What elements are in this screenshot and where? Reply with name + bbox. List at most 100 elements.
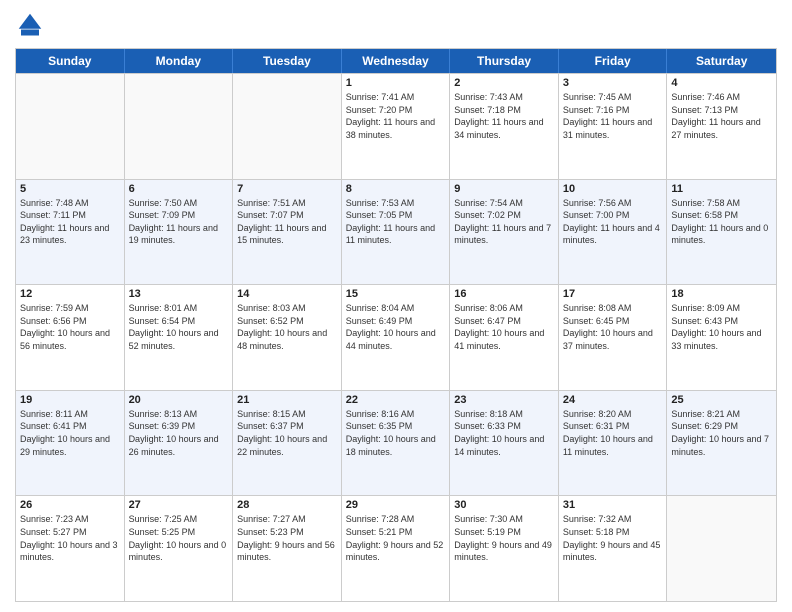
day-info: Sunrise: 8:15 AM Sunset: 6:37 PM Dayligh… [237, 408, 337, 458]
calendar-row: 26Sunrise: 7:23 AM Sunset: 5:27 PM Dayli… [16, 495, 776, 601]
day-cell-8: 8Sunrise: 7:53 AM Sunset: 7:05 PM Daylig… [342, 180, 451, 285]
day-cell-21: 21 Sunrise: 8:15 AM Sunset: 6:37 PM Dayli… [233, 391, 342, 496]
weekday-header-monday: Monday [125, 49, 234, 73]
day-cell-27: 27 Sunrise: 7:25 AM Sunset: 5:25 PM Dayli… [125, 496, 234, 601]
day-info: Sunrise: 8:16 AM Sunset: 6:35 PM Dayligh… [346, 408, 446, 458]
calendar-row: 5Sunrise: 7:48 AM Sunset: 7:11 PM Daylig… [16, 179, 776, 285]
day-info: Sunrise: 8:06 AM Sunset: 6:47 PM Dayligh… [454, 302, 554, 352]
day-number: 15 [346, 288, 446, 300]
day-info: Sunrise: 8:01 AM Sunset: 6:54 PM Dayligh… [129, 302, 229, 352]
day-info: Sunrise: 7:27 AM Sunset: 5:23 PM Dayligh… [237, 513, 337, 563]
day-number: 27 [129, 499, 229, 511]
day-info: Sunrise: 8:18 AM Sunset: 6:33 PM Dayligh… [454, 408, 554, 458]
day-cell-31: 31Sunrise: 7:32 AM Sunset: 5:18 PM Dayli… [559, 496, 668, 601]
day-number: 13 [129, 288, 229, 300]
day-info: Sunrise: 8:21 AM Sunset: 6:29 PM Dayligh… [671, 408, 772, 458]
weekday-header-thursday: Thursday [450, 49, 559, 73]
day-number: 31 [563, 499, 663, 511]
day-info: Sunrise: 8:03 AM Sunset: 6:52 PM Dayligh… [237, 302, 337, 352]
page: SundayMondayTuesdayWednesdayThursdayFrid… [0, 0, 792, 612]
weekday-header-sunday: Sunday [16, 49, 125, 73]
day-info: Sunrise: 8:11 AM Sunset: 6:41 PM Dayligh… [20, 408, 120, 458]
day-info: Sunrise: 7:59 AM Sunset: 6:56 PM Dayligh… [20, 302, 120, 352]
day-cell-10: 10 Sunrise: 7:56 AM Sunset: 7:00 PM Dayli… [559, 180, 668, 285]
day-cell-14: 14 Sunrise: 8:03 AM Sunset: 6:52 PM Dayli… [233, 285, 342, 390]
day-cell-19: 19 Sunrise: 8:11 AM Sunset: 6:41 PM Dayli… [16, 391, 125, 496]
day-info: Sunrise: 8:13 AM Sunset: 6:39 PM Dayligh… [129, 408, 229, 458]
day-info: Sunrise: 8:08 AM Sunset: 6:45 PM Dayligh… [563, 302, 663, 352]
day-number: 20 [129, 394, 229, 406]
day-number: 19 [20, 394, 120, 406]
day-number: 21 [237, 394, 337, 406]
day-number: 16 [454, 288, 554, 300]
day-number: 12 [20, 288, 120, 300]
day-number: 29 [346, 499, 446, 511]
day-number: 4 [671, 77, 772, 89]
empty-cell [233, 74, 342, 179]
day-cell-11: 11 Sunrise: 7:58 AM Sunset: 6:58 PM Dayli… [667, 180, 776, 285]
day-cell-1: 1 Sunrise: 7:41 AM Sunset: 7:20 PM Daylig… [342, 74, 451, 179]
header [15, 10, 777, 40]
day-cell-23: 23 Sunrise: 8:18 AM Sunset: 6:33 PM Dayli… [450, 391, 559, 496]
day-cell-26: 26Sunrise: 7:23 AM Sunset: 5:27 PM Dayli… [16, 496, 125, 601]
day-cell-22: 22Sunrise: 8:16 AM Sunset: 6:35 PM Dayli… [342, 391, 451, 496]
day-number: 11 [671, 183, 772, 195]
day-number: 25 [671, 394, 772, 406]
day-cell-12: 12 Sunrise: 7:59 AM Sunset: 6:56 PM Dayli… [16, 285, 125, 390]
empty-cell [667, 496, 776, 601]
day-number: 8 [346, 183, 446, 195]
day-cell-30: 30Sunrise: 7:30 AM Sunset: 5:19 PM Dayli… [450, 496, 559, 601]
day-cell-9: 9 Sunrise: 7:54 AM Sunset: 7:02 PM Daylig… [450, 180, 559, 285]
day-number: 23 [454, 394, 554, 406]
weekday-header-saturday: Saturday [667, 49, 776, 73]
day-number: 7 [237, 183, 337, 195]
day-cell-13: 13 Sunrise: 8:01 AM Sunset: 6:54 PM Dayli… [125, 285, 234, 390]
day-number: 26 [20, 499, 120, 511]
calendar-row: 1 Sunrise: 7:41 AM Sunset: 7:20 PM Daylig… [16, 73, 776, 179]
day-info: Sunrise: 8:20 AM Sunset: 6:31 PM Dayligh… [563, 408, 663, 458]
day-number: 10 [563, 183, 663, 195]
day-number: 17 [563, 288, 663, 300]
day-info: Sunrise: 7:41 AM Sunset: 7:20 PM Dayligh… [346, 91, 446, 141]
day-number: 2 [454, 77, 554, 89]
weekday-header-tuesday: Tuesday [233, 49, 342, 73]
day-info: Sunrise: 7:25 AM Sunset: 5:25 PM Dayligh… [129, 513, 229, 563]
day-cell-29: 29 Sunrise: 7:28 AM Sunset: 5:21 PM Dayli… [342, 496, 451, 601]
day-number: 3 [563, 77, 663, 89]
day-info: Sunrise: 7:58 AM Sunset: 6:58 PM Dayligh… [671, 197, 772, 247]
calendar-row: 19 Sunrise: 8:11 AM Sunset: 6:41 PM Dayli… [16, 390, 776, 496]
day-cell-18: 18Sunrise: 8:09 AM Sunset: 6:43 PM Dayli… [667, 285, 776, 390]
day-cell-7: 7 Sunrise: 7:51 AM Sunset: 7:07 PM Daylig… [233, 180, 342, 285]
day-cell-15: 15Sunrise: 8:04 AM Sunset: 6:49 PM Dayli… [342, 285, 451, 390]
day-cell-28: 28 Sunrise: 7:27 AM Sunset: 5:23 PM Dayli… [233, 496, 342, 601]
day-number: 30 [454, 499, 554, 511]
day-cell-25: 25 Sunrise: 8:21 AM Sunset: 6:29 PM Dayli… [667, 391, 776, 496]
day-cell-6: 6Sunrise: 7:50 AM Sunset: 7:09 PM Daylig… [125, 180, 234, 285]
day-info: Sunrise: 7:54 AM Sunset: 7:02 PM Dayligh… [454, 197, 554, 247]
day-cell-16: 16 Sunrise: 8:06 AM Sunset: 6:47 PM Dayli… [450, 285, 559, 390]
day-cell-5: 5Sunrise: 7:48 AM Sunset: 7:11 PM Daylig… [16, 180, 125, 285]
day-info: Sunrise: 7:28 AM Sunset: 5:21 PM Dayligh… [346, 513, 446, 563]
day-number: 9 [454, 183, 554, 195]
day-number: 5 [20, 183, 120, 195]
day-cell-4: 4 Sunrise: 7:46 AM Sunset: 7:13 PM Daylig… [667, 74, 776, 179]
day-number: 1 [346, 77, 446, 89]
day-info: Sunrise: 7:51 AM Sunset: 7:07 PM Dayligh… [237, 197, 337, 247]
day-info: Sunrise: 7:56 AM Sunset: 7:00 PM Dayligh… [563, 197, 663, 247]
calendar-row: 12 Sunrise: 7:59 AM Sunset: 6:56 PM Dayli… [16, 284, 776, 390]
empty-cell [16, 74, 125, 179]
calendar-body: 1 Sunrise: 7:41 AM Sunset: 7:20 PM Daylig… [16, 73, 776, 601]
empty-cell [125, 74, 234, 179]
day-cell-2: 2 Sunrise: 7:43 AM Sunset: 7:18 PM Daylig… [450, 74, 559, 179]
day-cell-3: 3Sunrise: 7:45 AM Sunset: 7:16 PM Daylig… [559, 74, 668, 179]
calendar-header: SundayMondayTuesdayWednesdayThursdayFrid… [16, 49, 776, 73]
weekday-header-friday: Friday [559, 49, 668, 73]
day-number: 14 [237, 288, 337, 300]
day-number: 28 [237, 499, 337, 511]
day-number: 18 [671, 288, 772, 300]
day-number: 6 [129, 183, 229, 195]
day-number: 24 [563, 394, 663, 406]
day-info: Sunrise: 7:46 AM Sunset: 7:13 PM Dayligh… [671, 91, 772, 141]
day-cell-24: 24 Sunrise: 8:20 AM Sunset: 6:31 PM Dayli… [559, 391, 668, 496]
day-info: Sunrise: 7:43 AM Sunset: 7:18 PM Dayligh… [454, 91, 554, 141]
